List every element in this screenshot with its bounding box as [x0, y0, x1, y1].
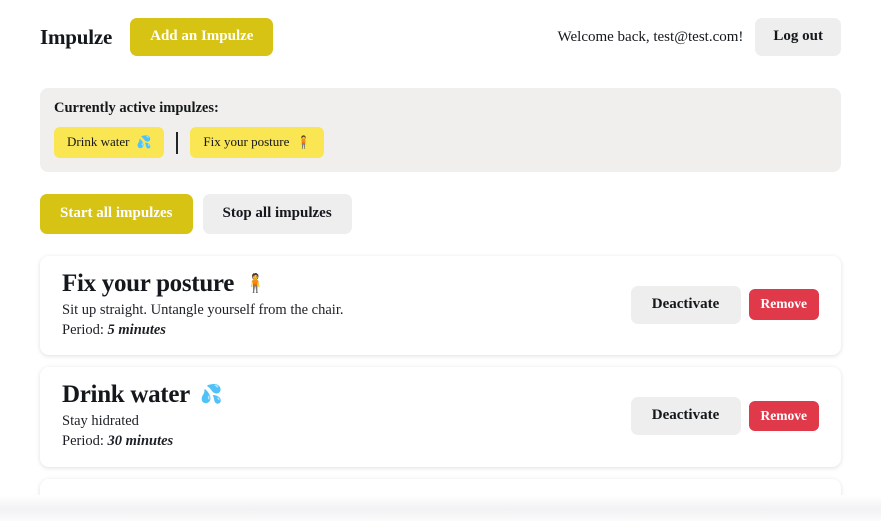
impulze-card-body: Drink water 💦 Stay hidrated Period: 30 m…	[62, 381, 615, 450]
impulze-period-label: Period:	[62, 322, 104, 339]
app-root: Impulze Add an Impulze Welcome back, tes…	[0, 0, 881, 521]
start-all-impulzes-button[interactable]: Start all impulzes	[40, 194, 193, 234]
impulze-title: Fix your posture	[62, 270, 235, 297]
logout-button[interactable]: Log out	[755, 18, 841, 56]
impulze-card: Fix your posture 🧍 Sit up straight. Unta…	[40, 256, 841, 356]
active-impulze-badge[interactable]: Drink water 💦	[54, 127, 165, 158]
impulze-title: Drink water	[62, 381, 190, 409]
page-footer-fade	[0, 495, 881, 521]
impulze-description: Sit up straight. Untangle yourself from …	[62, 302, 344, 318]
standing-person-icon: 🧍	[296, 135, 312, 149]
bulk-actions-row: Start all impulzes Stop all impulzes	[40, 194, 841, 234]
stop-all-impulzes-button[interactable]: Stop all impulzes	[202, 194, 352, 234]
impulze-period-value: 30 minutes	[107, 433, 174, 450]
impulze-period: Period: 30 minutes	[62, 432, 615, 450]
impulze-period-label: Period:	[62, 433, 104, 450]
remove-impulze-button[interactable]: Remove	[748, 400, 819, 432]
active-impulze-badge[interactable]: Fix your posture 🧍	[190, 127, 325, 158]
active-impulzes-badge-row: Drink water 💦 Fix your posture 🧍	[54, 127, 827, 158]
standing-person-icon: 🧍	[244, 272, 267, 294]
impulze-list: Fix your posture 🧍 Sit up straight. Unta…	[40, 256, 841, 521]
active-impulze-badge-label: Fix your posture	[203, 134, 290, 149]
impulze-description: Stay hidrated	[62, 413, 139, 430]
active-impulzes-title: Currently active impulzes:	[54, 100, 219, 116]
app-header: Impulze Add an Impulze Welcome back, tes…	[0, 0, 881, 60]
active-impulzes-panel: Currently active impulzes: Drink water 💦…	[40, 88, 841, 172]
active-impulze-badge-label: Drink water	[67, 134, 130, 149]
impulze-title-row: Drink water 💦	[62, 381, 615, 409]
impulze-title-row: Fix your posture 🧍	[62, 270, 615, 298]
impulze-card-actions: Deactivate Remove	[630, 285, 819, 324]
water-droplets-icon: 💦	[199, 384, 223, 406]
badge-divider	[176, 131, 179, 154]
deactivate-impulze-button[interactable]: Deactivate	[630, 285, 741, 324]
deactivate-impulze-button[interactable]: Deactivate	[630, 396, 741, 435]
impulze-card: Drink water 💦 Stay hidrated Period: 30 m…	[40, 367, 841, 467]
remove-impulze-button[interactable]: Remove	[748, 289, 819, 320]
water-droplets-icon: 💦	[136, 135, 152, 149]
impulze-period-value: 5 minutes	[107, 322, 166, 339]
add-impulze-button[interactable]: Add an Impulze	[130, 18, 274, 56]
impulze-card-body: Fix your posture 🧍 Sit up straight. Unta…	[62, 270, 615, 339]
impulze-period: Period: 5 minutes	[62, 321, 615, 339]
header-right-group: Welcome back, test@test.com! Log out	[558, 18, 841, 56]
impulze-card-actions: Deactivate Remove	[630, 396, 819, 435]
app-title: Impulze	[40, 24, 113, 49]
welcome-message: Welcome back, test@test.com!	[557, 28, 744, 45]
